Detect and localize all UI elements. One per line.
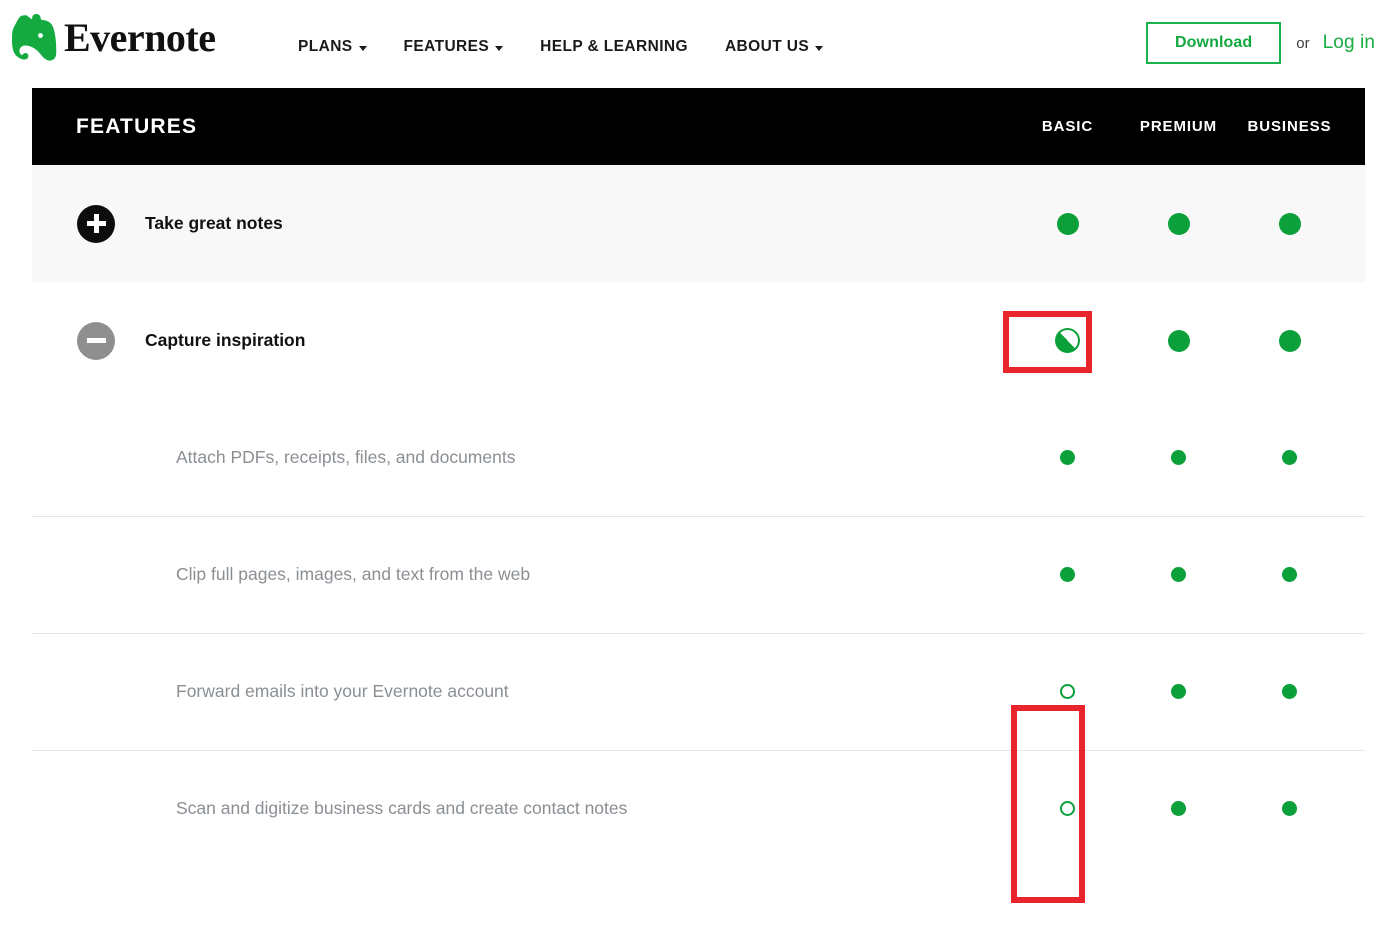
included-dot-icon	[1167, 212, 1190, 235]
download-button[interactable]: Download	[1146, 22, 1282, 64]
chevron-down-icon	[358, 46, 367, 51]
cell-premium	[1123, 329, 1234, 352]
included-dot-icon	[1171, 567, 1186, 582]
features-comparison-table: FEATURES BASIC PREMIUM BUSINESS Take gre…	[0, 88, 1385, 903]
or-separator-label: or	[1296, 34, 1310, 52]
chevron-down-icon	[495, 46, 504, 51]
toggle-bar-horizontal	[86, 338, 106, 343]
nav-item-plans[interactable]: PLANS	[298, 38, 367, 56]
nav-item-plans-label: PLANS	[298, 38, 353, 55]
cell-basic	[1012, 450, 1123, 465]
plan-header-basic: BASIC	[1041, 118, 1094, 135]
main-nav-links: PLANS FEATURES HELP & LEARNING ABOUT US	[298, 38, 860, 56]
cell-premium	[1123, 450, 1234, 465]
brand-logo-link[interactable]: Evernote	[10, 12, 216, 64]
plan-cells	[1012, 282, 1345, 399]
included-dot-icon	[1060, 567, 1075, 582]
included-dot-icon	[1282, 567, 1297, 582]
nav-item-about-us-label: ABOUT US	[724, 38, 810, 55]
plan-cells	[1012, 516, 1345, 633]
cell-premium	[1123, 801, 1234, 816]
nav-item-features[interactable]: FEATURES	[404, 38, 504, 56]
plan-cells	[1012, 399, 1345, 516]
included-dot-icon	[1060, 450, 1075, 465]
included-dot-icon	[1056, 212, 1079, 235]
table-title: FEATURES	[76, 114, 198, 138]
feature-label: Attach PDFs, receipts, files, and docume…	[176, 447, 516, 467]
nav-item-features-label: FEATURES	[403, 38, 490, 55]
included-dot-icon	[1278, 212, 1301, 235]
cell-business	[1234, 212, 1345, 235]
cell-premium	[1123, 684, 1234, 699]
plan-cells	[1012, 633, 1345, 750]
partial-half-circle-icon	[1055, 328, 1080, 353]
evernote-elephant-icon	[12, 14, 57, 61]
cell-basic	[1012, 801, 1123, 816]
table-row: Attach PDFs, receipts, files, and docume…	[32, 399, 1365, 516]
cell-business	[1234, 567, 1345, 582]
cell-basic	[1012, 684, 1123, 699]
nav-item-help-and-learning-label: HELP & LEARNING	[540, 38, 688, 55]
table-row: Scan and digitize business cards and cre…	[32, 750, 1365, 867]
brand-name: Evernote	[64, 15, 216, 60]
feature-label: Clip full pages, images, and text from t…	[176, 564, 531, 584]
cell-premium	[1123, 567, 1234, 582]
log-in-link[interactable]: Log in	[1323, 32, 1375, 54]
feature-label: Take great notes	[145, 213, 283, 233]
included-dot-icon	[1278, 329, 1301, 352]
plan-cells	[1012, 750, 1345, 867]
plan-header-business: BUSINESS	[1247, 118, 1332, 135]
included-dot-icon	[1167, 329, 1190, 352]
plan-column-headers: BASIC PREMIUM BUSINESS	[1012, 88, 1345, 165]
included-dot-icon	[1282, 801, 1297, 816]
table-row: Forward emails into your Evernote accoun…	[32, 633, 1365, 750]
included-dot-icon	[1171, 801, 1186, 816]
table-row[interactable]: Capture inspiration	[32, 282, 1365, 399]
feature-rows: Take great notes Capture inspiration Attac…	[32, 165, 1365, 867]
toggle-glyph	[86, 214, 106, 233]
nav-item-about-us[interactable]: ABOUT US	[724, 38, 824, 56]
top-navigation-bar: Evernote PLANS FEATURES HELP & LEARNING …	[0, 0, 1385, 88]
nav-actions: Download or Log in	[1146, 22, 1375, 64]
table-header: FEATURES BASIC PREMIUM BUSINESS	[32, 88, 1365, 165]
cell-basic	[1012, 212, 1123, 235]
included-dot-icon	[1171, 450, 1186, 465]
included-dot-icon	[1171, 684, 1186, 699]
plan-header-premium: PREMIUM	[1139, 118, 1218, 135]
chevron-down-icon	[815, 46, 824, 51]
feature-label: Scan and digitize business cards and cre…	[176, 798, 628, 818]
cell-business	[1234, 684, 1345, 699]
cell-business	[1234, 450, 1345, 465]
minus-circle-icon[interactable]	[77, 321, 115, 360]
cell-basic	[1012, 328, 1123, 353]
toggle-bar-vertical	[93, 214, 99, 233]
feature-label: Forward emails into your Evernote accoun…	[176, 681, 509, 701]
not-included-circle-icon	[1060, 801, 1075, 816]
cell-business	[1234, 801, 1345, 816]
included-dot-icon	[1282, 684, 1297, 699]
nav-item-help-and-learning[interactable]: HELP & LEARNING	[540, 38, 688, 56]
toggle-glyph	[86, 331, 106, 350]
table-row: Clip full pages, images, and text from t…	[32, 516, 1365, 633]
cell-basic	[1012, 567, 1123, 582]
cell-premium	[1123, 212, 1234, 235]
not-included-circle-icon	[1060, 684, 1075, 699]
plan-cells	[1012, 165, 1345, 282]
plus-circle-icon[interactable]	[77, 204, 115, 243]
feature-label: Capture inspiration	[145, 330, 306, 350]
included-dot-icon	[1282, 450, 1297, 465]
table-row[interactable]: Take great notes	[32, 165, 1365, 282]
cell-business	[1234, 329, 1345, 352]
